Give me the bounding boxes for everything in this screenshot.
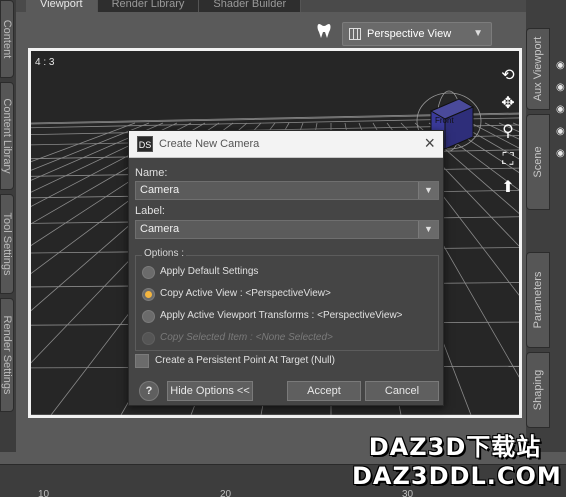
visibility-eye-icon[interactable]: ◉ [556, 126, 566, 137]
tab-content[interactable]: Content [0, 0, 14, 78]
radio-button [142, 332, 155, 345]
tab-parameters-label: Parameters [532, 271, 544, 329]
tab-aux-viewport[interactable]: Aux Viewport [526, 28, 550, 110]
watermark-line2: DAZ3DDL.COM [352, 462, 562, 490]
view-select[interactable]: Perspective View ▼ [342, 22, 492, 46]
label-field[interactable]: Camera ▼ [135, 220, 439, 239]
persistent-point-checkbox[interactable] [135, 354, 149, 368]
chevron-down-icon[interactable]: ▼ [418, 182, 438, 199]
option-label: Apply Active Viewport Transforms : <Pers… [160, 310, 403, 321]
visibility-eye-icon[interactable]: ◉ [556, 148, 566, 159]
option-label: Apply Default Settings [160, 266, 259, 277]
checkbox-label: Create a Persistent Point At Target (Nul… [155, 355, 335, 366]
chevron-down-icon: ▼ [473, 28, 483, 39]
dolly-icon[interactable]: ⬆ [497, 177, 519, 199]
tab-content-library[interactable]: Content Library [0, 82, 14, 190]
cancel-button[interactable]: Cancel [365, 381, 439, 401]
aspect-ratio-label: 4 : 3 [35, 57, 55, 68]
dialog-title: Create New Camera [159, 138, 260, 150]
tab-content-label: Content [1, 19, 13, 59]
options-title: Options : [142, 248, 187, 259]
timeline-tick: 10 [38, 489, 50, 497]
create-new-camera-dialog: DS Create New Camera × Name: Camera ▼ La… [128, 130, 444, 406]
options-group: Options : Apply Default Settings Copy Ac… [135, 248, 439, 351]
tab-scene[interactable]: Scene [526, 114, 550, 210]
name-field-value: Camera [140, 184, 180, 196]
tab-tool-settings[interactable]: Tool Settings [0, 194, 14, 294]
tab-content-library-label: Content Library [1, 98, 13, 174]
tab-shader-builder[interactable]: Shader Builder [199, 0, 302, 12]
tab-render-settings-label: Render Settings [1, 315, 13, 395]
ds-logo-icon: DS [137, 136, 153, 152]
radio-button[interactable] [142, 288, 155, 301]
tab-viewport[interactable]: Viewport [26, 0, 98, 12]
frame-icon[interactable]: ⛶ [497, 149, 519, 171]
option-label: Copy Active View : <PerspectiveView> [160, 288, 331, 299]
tab-parameters[interactable]: Parameters [526, 252, 550, 348]
label-field-value: Camera [140, 223, 180, 235]
tab-shaping-label: Shaping [532, 369, 544, 411]
zoom-icon[interactable]: ⚲ [497, 121, 519, 143]
dialog-title-bar[interactable]: DS Create New Camera × [129, 131, 443, 158]
pan-icon[interactable]: ✥ [497, 93, 519, 115]
tab-tool-settings-label: Tool Settings [1, 212, 13, 276]
camera-controls: ⟲ ✥ ⚲ ⛶ ⬆ [497, 65, 519, 205]
name-label: Name: [135, 167, 168, 179]
left-tab-strip: Content Content Library Tool Settings Re… [0, 0, 16, 497]
cube-face-label: Front [435, 116, 454, 125]
label-label: Label: [135, 205, 165, 217]
tab-render-library[interactable]: Render Library [97, 0, 200, 12]
close-icon[interactable]: × [424, 133, 435, 154]
grid-icon [349, 28, 361, 40]
orbit-icon[interactable]: ⟲ [497, 65, 519, 87]
visibility-eye-icon[interactable]: ◉ [556, 60, 566, 71]
tab-render-settings[interactable]: Render Settings [0, 298, 14, 412]
view-select-value: Perspective View [367, 28, 452, 40]
accept-button[interactable]: Accept [287, 381, 361, 401]
help-button[interactable]: ? [139, 381, 159, 401]
hide-options-button[interactable]: Hide Options << [167, 381, 253, 401]
tooth-icon[interactable] [314, 22, 334, 42]
timeline-tick: 20 [220, 489, 232, 497]
tab-shaping[interactable]: Shaping [526, 352, 550, 428]
right-tab-strip: Aux Viewport Scene Parameters Shaping ◉ … [526, 0, 566, 497]
option-label: Copy Selected Item : <None Selected> [160, 332, 333, 343]
watermark: DAZ3D下载站 DAZ3DDL.COM [352, 432, 562, 492]
radio-button[interactable] [142, 310, 155, 323]
tab-aux-viewport-label: Aux Viewport [532, 36, 544, 102]
watermark-line1: DAZ3D下载站 [368, 433, 542, 461]
dialog-footer: ? Hide Options << Accept Cancel [129, 377, 445, 407]
tab-scene-label: Scene [532, 146, 544, 178]
chevron-down-icon[interactable]: ▼ [418, 221, 438, 238]
daz-studio-window: Content Content Library Tool Settings Re… [0, 0, 566, 497]
visibility-eye-icon[interactable]: ◉ [556, 104, 566, 115]
radio-button[interactable] [142, 266, 155, 279]
visibility-eye-icon[interactable]: ◉ [556, 82, 566, 93]
name-field[interactable]: Camera ▼ [135, 181, 439, 200]
viewport-toolbar: Perspective View ▼ [16, 12, 526, 48]
top-tab-bar: Viewport Render Library Shader Builder [26, 0, 526, 12]
